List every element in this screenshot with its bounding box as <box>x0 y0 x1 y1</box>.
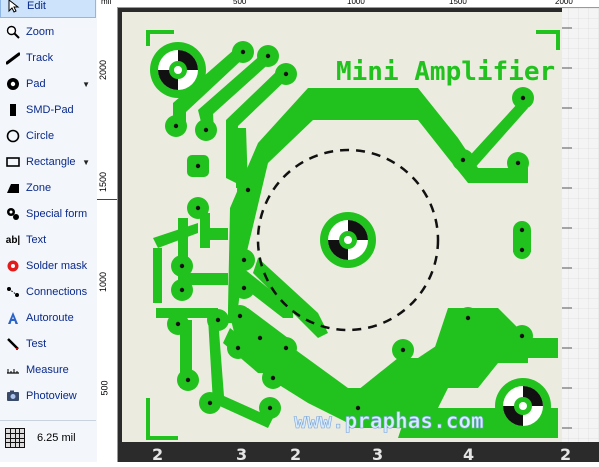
tool-label: Zone <box>26 182 52 194</box>
watermark-text: www.praphas.com <box>294 409 484 433</box>
text-icon: ab| <box>5 234 21 246</box>
special-form-icon <box>6 207 20 221</box>
tool-test[interactable]: Test <box>0 332 96 356</box>
grid-size-value: 6.25 mil <box>37 432 76 444</box>
tool-circle[interactable]: Circle <box>0 124 96 148</box>
mounting-pad <box>503 386 543 426</box>
tool-label: Autoroute <box>26 312 74 324</box>
tool-text[interactable]: ab| Text <box>0 228 96 252</box>
connections-icon <box>6 285 20 299</box>
tool-photoview[interactable]: Photoview <box>0 384 96 408</box>
dropdown-arrow-icon[interactable]: ▼ <box>82 80 90 89</box>
track-icon <box>6 51 20 65</box>
tool-measure[interactable]: Measure <box>0 358 96 382</box>
ruler-tick-label: 500 <box>99 380 110 396</box>
strip-digit: 4 <box>463 445 474 462</box>
ruler-tick-label: 2000 <box>98 59 109 81</box>
left-ruler: 2000 1500 1000 500 <box>97 7 118 462</box>
tool-solder-mask[interactable]: Solder mask <box>0 254 96 278</box>
smd-pad-icon <box>6 103 20 117</box>
tool-label: Zoom <box>26 26 55 38</box>
tool-label: Pad <box>26 78 46 90</box>
pointer-icon <box>7 0 21 13</box>
autoroute-icon <box>6 311 20 325</box>
ruler-tick-label: 2000 <box>555 0 573 6</box>
strip-digit: 2 <box>290 445 301 462</box>
solder-mask-icon <box>6 259 20 273</box>
mounting-pad <box>158 50 198 90</box>
ruler-tick-label: 500 <box>233 0 247 6</box>
tool-label: Text <box>26 234 47 246</box>
zone-icon <box>6 181 20 195</box>
tool-label: Solder mask <box>26 260 88 272</box>
magnifier-icon <box>6 25 20 39</box>
tool-smd-pad[interactable]: SMD-Pad <box>0 98 96 122</box>
dropdown-arrow-icon[interactable]: ▼ <box>82 158 90 167</box>
tool-label: Photoview <box>26 390 77 402</box>
grid-icon <box>5 428 25 448</box>
tool-edit[interactable]: Edit <box>0 0 96 18</box>
strip-digit: 3 <box>372 445 383 462</box>
tool-label: Rectangle <box>26 156 76 168</box>
mounting-pad <box>328 220 368 260</box>
ruler-unit: mil <box>101 0 112 6</box>
rectangle-icon <box>6 155 20 169</box>
pad-icon <box>6 77 20 91</box>
tool-label: Track <box>26 52 54 64</box>
tool-zoom[interactable]: Zoom <box>0 20 96 44</box>
tool-pad[interactable]: Pad ▼ <box>0 72 96 96</box>
tool-label: Edit <box>27 0 46 12</box>
tool-label: Connections <box>26 286 88 298</box>
board-title-text: Mini Amplifier <box>336 57 555 87</box>
strip-digit: 2 <box>152 445 163 462</box>
pcb-canvas[interactable]: Mini Amplifier www.praphas.com 2 3 2 3 4… <box>118 8 599 464</box>
tool-label: SMD-Pad <box>26 104 74 116</box>
cursor-position-marker <box>97 199 117 200</box>
tool-rectangle[interactable]: Rectangle ▼ <box>0 150 96 174</box>
strip-digit: 3 <box>236 445 247 462</box>
pcb-board-image: Mini Amplifier www.praphas.com 2 3 2 3 4… <box>118 8 599 464</box>
top-ruler: mil 500 1000 1500 2000 <box>97 0 599 8</box>
tool-label: Circle <box>26 130 55 142</box>
strip-digit: 2 <box>560 445 571 462</box>
grid-size-control[interactable]: 6.25 mil <box>0 420 96 455</box>
test-icon <box>6 337 20 351</box>
tool-label: Special form <box>26 208 88 220</box>
tool-label: Test <box>26 338 47 350</box>
tool-label: Measure <box>26 364 69 376</box>
toolbar-sidebar: Edit Zoom Track Pad ▼ SMD-Pad Circle Rec… <box>0 0 98 462</box>
ruler-tick-label: 1500 <box>98 171 109 193</box>
ruler-tick-label: 1000 <box>98 271 109 293</box>
tool-zone[interactable]: Zone <box>0 176 96 200</box>
ruler-tick-label: 1000 <box>347 0 365 6</box>
tool-autoroute[interactable]: Autoroute <box>0 306 96 330</box>
bottom-strip <box>118 442 599 462</box>
tool-connections[interactable]: Connections <box>0 280 96 304</box>
tool-track[interactable]: Track <box>0 46 96 70</box>
ruler-tick-label: 1500 <box>449 0 467 6</box>
circle-icon <box>6 129 20 143</box>
tool-special-form[interactable]: Special form <box>0 202 96 226</box>
measure-icon <box>6 363 20 377</box>
photoview-icon <box>6 389 20 403</box>
